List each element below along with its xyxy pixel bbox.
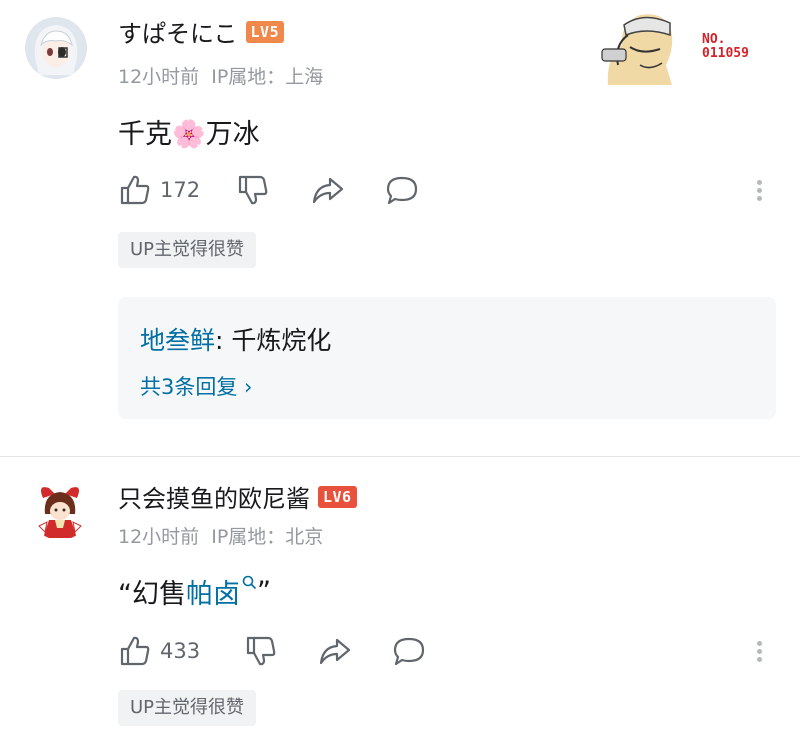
level-badge: LV6 [318,485,357,508]
comment-meta: 12小时前 IP属地：北京 [118,522,323,549]
username[interactable]: すぱそにこ [118,14,238,49]
username[interactable]: 只会摸鱼的欧尼酱 [118,479,310,514]
like-button[interactable]: 433 [118,634,200,668]
content-text: 千克 [118,119,172,150]
like-count: 433 [160,639,201,663]
up-liked-tag: UP主觉得很赞 [118,232,257,268]
reply-preview-line: 地叁鲜: 千炼烷化 [140,321,331,357]
comment-meta: 12小时前 IP属地：上海 [118,62,323,89]
more-button[interactable] [757,177,762,204]
more-button[interactable] [757,638,762,665]
view-replies-link[interactable]: 共3条回复 › [140,371,252,401]
badge-no-label: NO. [702,32,726,47]
ip-location: IP属地：上海 [211,66,324,88]
reply-preview-box[interactable]: 地叁鲜: 千炼烷化 共3条回复 › [118,297,776,419]
like-count: 172 [160,178,201,202]
more-icon [757,180,762,201]
reply-icon [386,176,418,205]
reply-icon [393,637,425,666]
sakura-emoji-icon: 🌸 [172,119,206,150]
content-text: “幻售 [118,579,186,610]
content-text: ” [257,576,271,607]
share-icon [312,177,344,204]
share-button[interactable] [318,634,352,672]
up-liked-tag: UP主觉得很赞 [118,690,257,726]
like-icon [120,636,150,666]
search-keyword-link[interactable]: 帕卤 [186,572,257,611]
content-text: 万冰 [205,119,260,150]
like-icon [120,175,150,205]
share-icon [319,638,351,665]
fan-badge-image-icon [601,14,673,86]
avatar[interactable] [25,17,87,79]
comment-content: 千克🌸万冰 [118,112,260,151]
ip-location: IP属地：北京 [211,526,324,548]
more-icon [757,641,762,662]
comment-divider [0,456,800,457]
badge-number: 011059 [702,46,749,61]
timestamp: 12小时前 [118,66,200,88]
dislike-button[interactable] [236,173,270,211]
dislike-icon [246,636,276,666]
search-keyword: 帕卤 [186,579,240,610]
avatar[interactable] [29,478,91,540]
dislike-icon [238,175,268,205]
reply-text: : 千炼烷化 [215,326,332,355]
timestamp: 12小时前 [118,526,200,548]
fan-badge[interactable]: NO. 011059 [600,5,770,90]
like-button[interactable]: 172 [118,173,200,207]
reply-button[interactable] [392,634,426,672]
dislike-button[interactable] [244,634,278,672]
level-badge: LV5 [245,20,285,43]
reply-username[interactable]: 地叁鲜 [140,326,215,355]
search-icon [242,575,256,589]
comment-content: “幻售 帕卤 ” [118,572,271,611]
reply-button[interactable] [385,173,419,211]
share-button[interactable] [311,173,345,211]
